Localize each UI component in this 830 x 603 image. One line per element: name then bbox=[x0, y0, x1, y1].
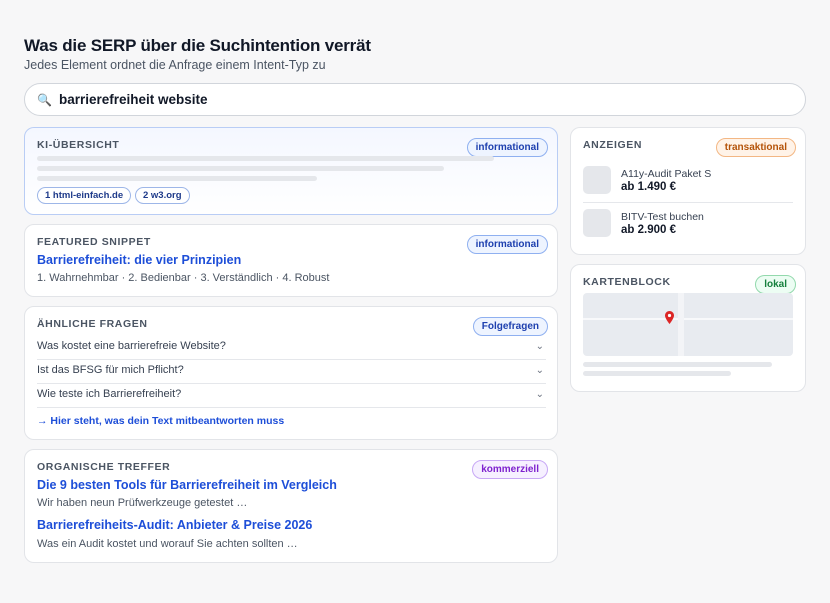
ad-thumbnail bbox=[583, 166, 611, 194]
result-title-link[interactable]: Barrierefreiheits-Audit: Anbieter & Prei… bbox=[37, 518, 312, 532]
map-card: KARTENBLOCK lokal bbox=[570, 264, 806, 392]
map-heading: KARTENBLOCK bbox=[583, 276, 671, 288]
search-query[interactable]: barrierefreiheit website bbox=[59, 92, 208, 107]
intent-badge: transaktional bbox=[715, 138, 796, 157]
questions-note: → Hier steht, was dein Text mitbeantwort… bbox=[37, 415, 285, 427]
search-bar[interactable]: 🔍 barrierefreiheit website bbox=[24, 83, 806, 116]
text-placeholder-line bbox=[37, 176, 317, 181]
chevron-down-icon: ⌄ bbox=[535, 389, 544, 400]
question-row[interactable]: Ist das BFSG für mich Pflicht? ⌄ bbox=[37, 360, 546, 384]
featured-snippet-heading: FEATURED SNIPPET bbox=[37, 236, 151, 248]
question-text: Was kostet eine barrierefreie Website? bbox=[37, 340, 226, 352]
question-row[interactable]: Was kostet eine barrierefreie Website? ⌄ bbox=[37, 336, 546, 360]
organic-results-card: ORGANISCHE TREFFER kommerziell Die 9 bes… bbox=[24, 449, 558, 563]
divider bbox=[583, 202, 793, 203]
intent-badge: lokal bbox=[755, 275, 796, 294]
ai-overview-heading: KI-ÜBERSICHT bbox=[37, 139, 120, 151]
ad-name-link[interactable]: A11y-Audit Paket S bbox=[621, 168, 711, 180]
text-placeholder-line bbox=[37, 156, 494, 161]
result-snippet: Was ein Audit kostet und worauf Sie acht… bbox=[37, 538, 298, 550]
page-subtitle: Jedes Element ordnet die Anfrage einem I… bbox=[24, 58, 326, 72]
result-title-link[interactable]: Die 9 besten Tools für Barrierefreiheit … bbox=[37, 478, 337, 492]
organic-heading: ORGANISCHE TREFFER bbox=[37, 461, 171, 473]
text-placeholder-line bbox=[583, 371, 731, 376]
result-snippet: Wir haben neun Prüfwerkzeuge getestet … bbox=[37, 497, 248, 509]
magnifier-icon: 🔍 bbox=[37, 92, 52, 107]
ad-price: ab 1.490 € bbox=[621, 181, 676, 193]
intent-badge: Folgefragen bbox=[472, 317, 548, 336]
map-road bbox=[678, 293, 684, 356]
related-questions-heading: ÄHNLICHE FRAGEN bbox=[37, 318, 148, 330]
chevron-down-icon: ⌄ bbox=[535, 341, 544, 352]
ad-thumbnail bbox=[583, 209, 611, 237]
ad-name-link[interactable]: BITV-Test buchen bbox=[621, 211, 704, 223]
source-chip[interactable]: 1 html-einfach.de bbox=[37, 187, 132, 204]
page-title: Was die SERP über die Suchintention verr… bbox=[24, 36, 371, 55]
ai-overview-card: KI-ÜBERSICHT informational 1 html-einfac… bbox=[24, 127, 558, 215]
chevron-down-icon: ⌄ bbox=[535, 365, 544, 376]
snippet-title-link[interactable]: Barrierefreiheit: die vier Prinzipien bbox=[37, 253, 241, 267]
question-text: Ist das BFSG für mich Pflicht? bbox=[37, 364, 184, 376]
map-pin-icon[interactable] bbox=[665, 311, 674, 324]
featured-snippet-card: FEATURED SNIPPET informational Barrieref… bbox=[24, 224, 558, 297]
map-area[interactable] bbox=[583, 293, 793, 356]
intent-badge: informational bbox=[466, 235, 548, 254]
ads-card: ANZEIGEN transaktional A11y-Audit Paket … bbox=[570, 127, 806, 255]
intent-badge: informational bbox=[466, 138, 548, 157]
question-text: Wie teste ich Barrierefreiheit? bbox=[37, 388, 182, 400]
source-chip[interactable]: 2 w3.org bbox=[135, 187, 190, 204]
snippet-text: 1. Wahrnehmbar · 2. Bedienbar · 3. Verst… bbox=[37, 272, 330, 284]
intent-badge: kommerziell bbox=[472, 460, 548, 479]
ad-price: ab 2.900 € bbox=[621, 224, 676, 236]
ads-heading: ANZEIGEN bbox=[583, 139, 643, 151]
text-placeholder-line bbox=[37, 166, 444, 171]
related-questions-card: ÄHNLICHE FRAGEN Folgefragen Was kostet e… bbox=[24, 306, 558, 440]
text-placeholder-line bbox=[583, 362, 772, 367]
question-row[interactable]: Wie teste ich Barrierefreiheit? ⌄ bbox=[37, 384, 546, 408]
map-road bbox=[583, 318, 793, 320]
